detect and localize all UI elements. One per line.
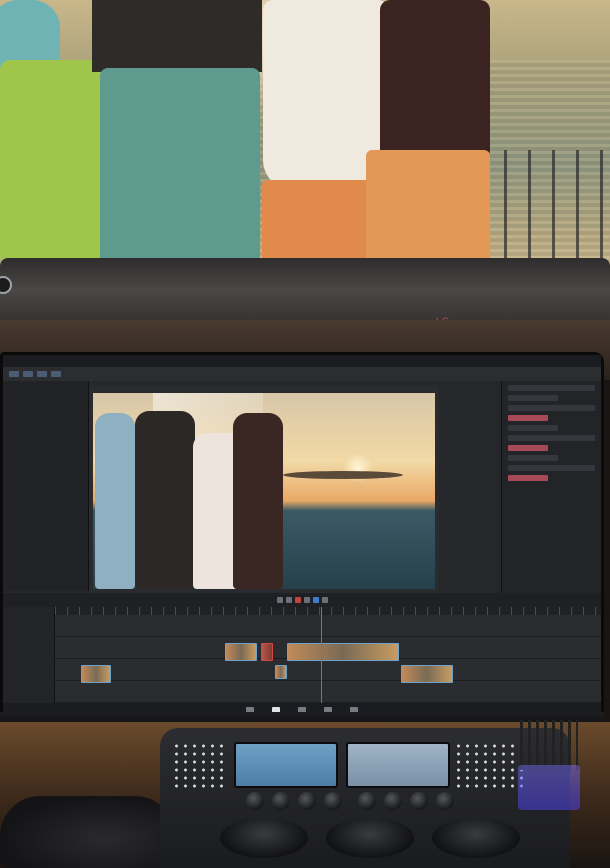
control-knob[interactable] <box>298 792 316 810</box>
playhead[interactable] <box>321 607 322 703</box>
distant-island <box>283 471 403 479</box>
viewer-person-4 <box>233 413 283 589</box>
toolbar <box>3 367 601 381</box>
loop-icon[interactable] <box>312 597 319 603</box>
timeline-ruler[interactable] <box>55 607 601 615</box>
inspector-panel <box>501 381 601 593</box>
power-button-icon <box>0 276 12 294</box>
inspector-row[interactable] <box>508 475 548 481</box>
headphones <box>0 796 175 868</box>
inspector-row[interactable] <box>508 415 548 421</box>
control-knob[interactable] <box>246 792 264 810</box>
tv-display-photo <box>0 0 610 300</box>
control-knob[interactable] <box>358 792 376 810</box>
menu-bar <box>3 355 601 367</box>
timeline-tracks <box>55 615 601 703</box>
left-keypad[interactable] <box>172 742 228 790</box>
stop-icon[interactable] <box>294 597 301 603</box>
trackball-center[interactable] <box>326 818 414 858</box>
track-headers <box>3 607 55 703</box>
editing-control-panel <box>160 728 570 868</box>
editing-app-screen <box>3 355 601 717</box>
person-4-dress <box>380 0 490 170</box>
toolbar-button[interactable] <box>23 371 33 377</box>
skip-back-icon[interactable] <box>276 597 283 603</box>
media-pool-panel <box>3 381 89 591</box>
inspector-row[interactable] <box>508 405 595 411</box>
video-clip[interactable] <box>401 665 453 683</box>
viewer-frame <box>93 393 435 589</box>
inspector-row[interactable] <box>508 465 595 471</box>
inspector-row[interactable] <box>508 445 548 451</box>
control-knob[interactable] <box>272 792 290 810</box>
video-clip[interactable] <box>275 665 287 679</box>
trackball-left[interactable] <box>220 818 308 858</box>
rewind-icon[interactable] <box>285 597 292 603</box>
viewer-person-1 <box>95 413 135 589</box>
timeline[interactable] <box>3 607 601 703</box>
person-2-shirt <box>92 0 262 72</box>
play-icon[interactable] <box>303 597 310 603</box>
inspector-row[interactable] <box>508 425 558 431</box>
editing-monitor <box>0 352 604 720</box>
control-knob[interactable] <box>436 792 454 810</box>
viewer-panel <box>89 385 439 595</box>
right-keypad[interactable] <box>454 742 524 790</box>
pen-cup <box>518 765 580 810</box>
inspector-row[interactable] <box>508 385 595 391</box>
person-1-pants <box>0 60 105 265</box>
control-knob[interactable] <box>384 792 402 810</box>
person-2-pants <box>100 68 260 283</box>
toolbar-button[interactable] <box>37 371 47 377</box>
inspector-row[interactable] <box>508 455 558 461</box>
inspector-row[interactable] <box>508 435 595 441</box>
skip-forward-icon[interactable] <box>321 597 328 603</box>
transport-controls <box>3 593 601 607</box>
left-lcd-display <box>234 742 338 788</box>
toolbar-button[interactable] <box>9 371 19 377</box>
right-lcd-display <box>346 742 450 788</box>
viewer-person-2 <box>135 411 195 589</box>
video-clip[interactable] <box>81 665 111 683</box>
inspector-row[interactable] <box>508 395 558 401</box>
video-clip[interactable] <box>287 643 399 661</box>
control-knob[interactable] <box>410 792 428 810</box>
pens <box>520 720 578 770</box>
video-clip[interactable] <box>225 643 257 661</box>
video-clip[interactable] <box>261 643 273 661</box>
trackball-right[interactable] <box>432 818 520 858</box>
viewer-title <box>89 385 439 393</box>
toolbar-button[interactable] <box>51 371 61 377</box>
control-knob[interactable] <box>324 792 342 810</box>
